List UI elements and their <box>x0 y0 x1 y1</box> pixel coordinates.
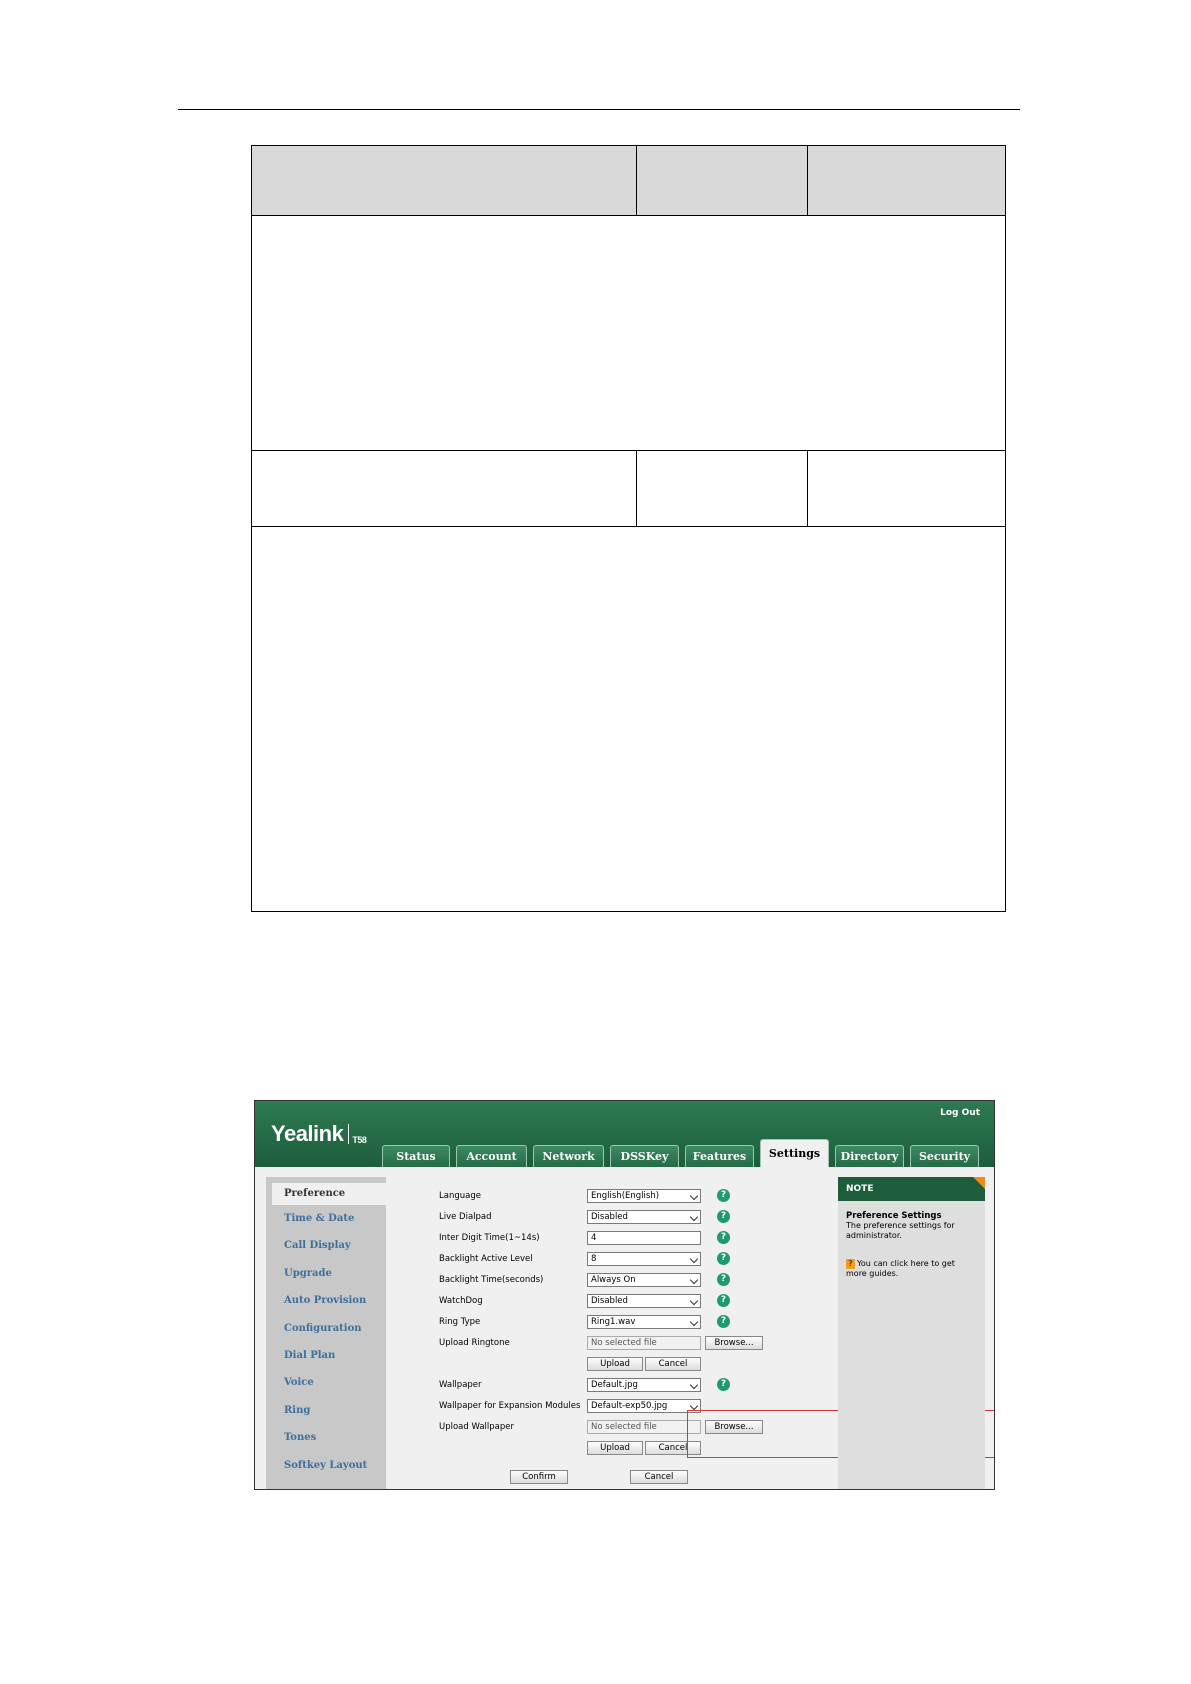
main-tabs: Status Account Network DSSKey Features S… <box>382 1139 979 1167</box>
cancel-button[interactable]: Cancel <box>630 1470 688 1484</box>
chevron-down-icon <box>689 1212 699 1222</box>
help-icon[interactable]: ? <box>717 1315 730 1328</box>
table-header-row <box>252 146 1005 216</box>
table-row-divider <box>252 526 1005 527</box>
backlight-level-select[interactable]: 8 <box>587 1252 701 1266</box>
help-icon[interactable]: ? <box>717 1252 730 1265</box>
help-icon[interactable]: ? <box>717 1273 730 1286</box>
table-row-divider <box>252 450 1005 451</box>
note-guides-link[interactable]: ? You can click here to get more guides. <box>846 1259 977 1279</box>
row-ring-type: Ring Type Ring1.wav ? <box>395 1315 795 1331</box>
help-icon[interactable]: ? <box>717 1294 730 1307</box>
tab-account[interactable]: Account <box>456 1145 527 1167</box>
row-wallpaper: Wallpaper Default.jpg ? <box>395 1378 795 1394</box>
backlight-time-label: Backlight Time(seconds) <box>439 1275 544 1285</box>
tab-settings[interactable]: Settings <box>760 1139 829 1167</box>
tip-icon: ? <box>846 1259 855 1269</box>
wallpaper-expansion-label: Wallpaper for Expansion Modules <box>439 1401 581 1411</box>
yealink-logo: Yealink T58 <box>271 1121 367 1146</box>
help-icon[interactable]: ? <box>717 1378 730 1391</box>
watchdog-label: WatchDog <box>439 1296 483 1306</box>
note-text: The preference settings for administrato… <box>846 1221 955 1240</box>
chevron-down-icon <box>689 1380 699 1390</box>
sidebar-item-upgrade[interactable]: Upgrade <box>266 1260 386 1287</box>
tab-dsskey[interactable]: DSSKey <box>610 1145 679 1167</box>
inter-digit-time-input[interactable]: 4 <box>587 1231 701 1245</box>
row-language: Language English(English) ? <box>395 1189 795 1205</box>
table-col-divider <box>807 450 808 526</box>
live-dialpad-select[interactable]: Disabled <box>587 1210 701 1224</box>
sidebar-item-call-display[interactable]: Call Display <box>266 1232 386 1259</box>
table-col-divider <box>807 146 808 216</box>
tab-features[interactable]: Features <box>685 1145 754 1167</box>
parameter-table <box>251 145 1006 912</box>
tab-security[interactable]: Security <box>910 1145 979 1167</box>
sidebar-item-ring[interactable]: Ring <box>266 1397 386 1424</box>
settings-sidebar: Preference Time & Date Call Display Upgr… <box>266 1177 386 1489</box>
chevron-down-icon <box>689 1317 699 1327</box>
confirm-button[interactable]: Confirm <box>510 1470 568 1484</box>
page-header-rule <box>178 109 1020 110</box>
wallpaper-select[interactable]: Default.jpg <box>587 1378 701 1392</box>
help-icon[interactable]: ? <box>717 1231 730 1244</box>
sidebar-item-configuration[interactable]: Configuration <box>266 1315 386 1342</box>
note-panel: NOTE Preference Settings The preference … <box>838 1177 985 1489</box>
ringtone-upload-button[interactable]: Upload <box>587 1357 643 1371</box>
row-backlight-time: Backlight Time(seconds) Always On ? <box>395 1273 795 1289</box>
note-title: Preference Settings <box>846 1211 942 1221</box>
sidebar-item-softkey-layout[interactable]: Softkey Layout <box>266 1452 386 1479</box>
note-heading: NOTE <box>838 1177 985 1201</box>
tab-directory[interactable]: Directory <box>835 1145 904 1167</box>
watchdog-select[interactable]: Disabled <box>587 1294 701 1308</box>
inter-digit-time-label: Inter Digit Time(1~14s) <box>439 1233 540 1243</box>
upload-ringtone-label: Upload Ringtone <box>439 1338 510 1348</box>
help-icon[interactable]: ? <box>717 1210 730 1223</box>
table-col-divider <box>636 450 637 526</box>
ringtone-browse-button[interactable]: Browse... <box>705 1336 763 1350</box>
logout-link[interactable]: Log Out <box>940 1108 980 1118</box>
ringtone-file-field[interactable]: No selected file <box>587 1336 701 1350</box>
sidebar-item-preference[interactable]: Preference <box>272 1183 386 1205</box>
table-col-divider <box>636 146 637 216</box>
row-inter-digit-time: Inter Digit Time(1~14s) 4 ? <box>395 1231 795 1247</box>
upload-wallpaper-label: Upload Wallpaper <box>439 1422 515 1432</box>
ring-type-select[interactable]: Ring1.wav <box>587 1315 701 1329</box>
tab-status[interactable]: Status <box>382 1145 450 1167</box>
help-icon[interactable]: ? <box>717 1189 730 1202</box>
sidebar-item-time-date[interactable]: Time & Date <box>266 1205 386 1232</box>
web-ui-screenshot: Yealink T58 Log Out Status Account Networ… <box>254 1100 995 1490</box>
wallpaper-file-field[interactable]: No selected file <box>587 1420 701 1434</box>
row-watchdog: WatchDog Disabled ? <box>395 1294 795 1310</box>
language-select[interactable]: English(English) <box>587 1189 701 1203</box>
wallpaper-expansion-select[interactable]: Default-exp50.jpg <box>587 1399 701 1413</box>
tab-network[interactable]: Network <box>533 1145 604 1167</box>
top-banner: Yealink T58 Log Out Status Account Networ… <box>255 1101 994 1167</box>
sidebar-item-dial-plan[interactable]: Dial Plan <box>266 1342 386 1369</box>
chevron-down-icon <box>689 1401 699 1411</box>
chevron-down-icon <box>689 1191 699 1201</box>
wallpaper-label: Wallpaper <box>439 1380 482 1390</box>
row-live-dialpad: Live Dialpad Disabled ? <box>395 1210 795 1226</box>
ring-type-label: Ring Type <box>439 1317 481 1327</box>
language-label: Language <box>439 1191 481 1201</box>
backlight-time-select[interactable]: Always On <box>587 1273 701 1287</box>
chevron-down-icon <box>689 1296 699 1306</box>
live-dialpad-label: Live Dialpad <box>439 1212 492 1222</box>
sidebar-item-auto-provision[interactable]: Auto Provision <box>266 1287 386 1314</box>
row-upload-ringtone: Upload Ringtone No selected file Browse.… <box>395 1336 795 1352</box>
backlight-level-label: Backlight Active Level <box>439 1254 533 1264</box>
chevron-down-icon <box>689 1275 699 1285</box>
chevron-down-icon <box>689 1254 699 1264</box>
corner-flag-icon <box>973 1177 985 1189</box>
sidebar-item-tones[interactable]: Tones <box>266 1424 386 1451</box>
ringtone-cancel-button[interactable]: Cancel <box>645 1357 701 1371</box>
row-backlight-level: Backlight Active Level 8 ? <box>395 1252 795 1268</box>
sidebar-item-voice[interactable]: Voice <box>266 1369 386 1396</box>
wallpaper-upload-button[interactable]: Upload <box>587 1441 643 1455</box>
